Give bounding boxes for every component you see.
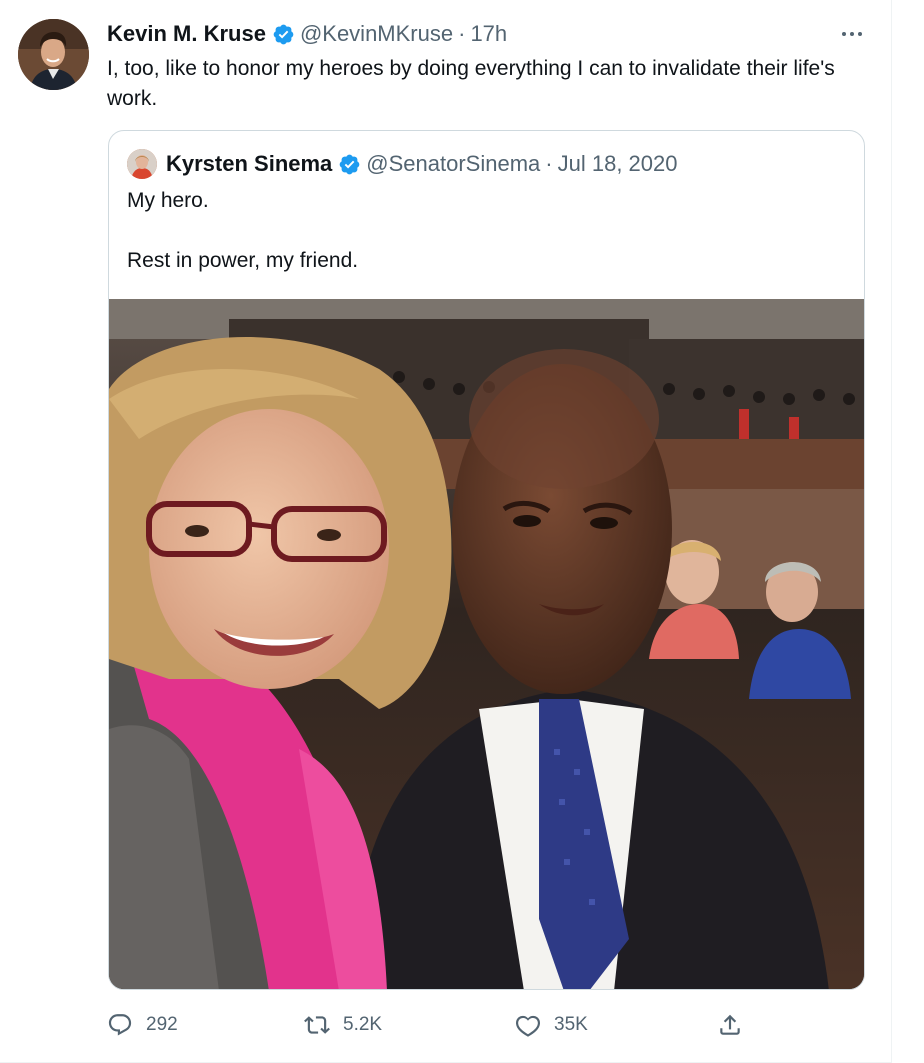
author-handle[interactable]: @KevinMKruse <box>300 21 453 47</box>
author-name[interactable]: Kevin M. Kruse <box>107 21 266 47</box>
quoted-tweet-date[interactable]: Jul 18, 2020 <box>558 151 678 177</box>
author-avatar[interactable] <box>18 19 89 90</box>
reply-button[interactable]: 292 <box>107 1010 178 1040</box>
quoted-author-avatar[interactable] <box>127 149 157 179</box>
share-button[interactable] <box>717 1010 756 1040</box>
share-icon <box>720 1014 740 1035</box>
like-count: 35K <box>554 1014 588 1035</box>
date-separator: · <box>545 151 553 176</box>
more-options-icon[interactable] <box>838 24 866 44</box>
like-icon <box>516 1015 540 1037</box>
retweet-button[interactable]: 5.2K <box>304 1010 382 1040</box>
verified-badge-icon <box>272 23 295 46</box>
time-separator: · <box>458 21 466 46</box>
tweet-time[interactable]: 17h <box>470 21 507 47</box>
quoted-author-handle[interactable]: @SenatorSinema <box>366 151 540 177</box>
quoted-author-name[interactable]: Kyrsten Sinema <box>166 151 332 177</box>
quoted-tweet-photo[interactable] <box>109 299 864 989</box>
tweet-view: Kevin M. Kruse @KevinMKruse · 17h I, too… <box>0 0 892 1063</box>
reply-icon <box>108 1014 132 1036</box>
verified-badge-icon <box>338 153 361 176</box>
tweet-text: I, too, like to honor my heroes by doing… <box>107 57 835 110</box>
tweet-header: Kevin M. Kruse @KevinMKruse · 17h <box>107 20 507 48</box>
quoted-tweet[interactable]: Kyrsten Sinema @SenatorSinema · Jul 18, … <box>108 130 865 990</box>
retweet-icon <box>304 1016 330 1034</box>
quoted-text-line: My hero. <box>127 189 209 212</box>
quoted-tweet-text: My hero. Rest in power, my friend. <box>127 186 847 276</box>
quoted-tweet-header: Kyrsten Sinema @SenatorSinema · Jul 18, … <box>127 149 677 179</box>
retweet-count: 5.2K <box>343 1014 383 1035</box>
tweet-actions: 292 5.2K 35K <box>107 1010 747 1040</box>
like-button[interactable]: 35K <box>515 1010 588 1040</box>
quoted-text-line: Rest in power, my friend. <box>127 249 359 272</box>
reply-count: 292 <box>146 1014 178 1035</box>
